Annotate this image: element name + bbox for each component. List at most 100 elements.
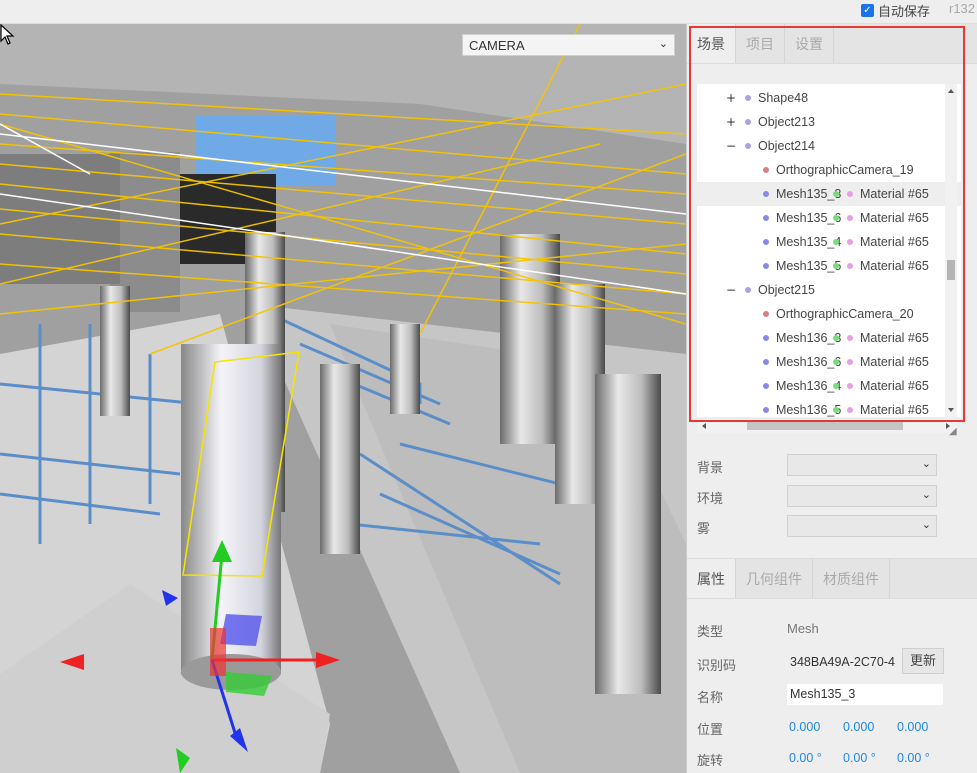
outliner-material: Material #65 — [847, 182, 929, 206]
outliner-vertical-scrollbar[interactable] — [945, 84, 957, 417]
outliner-row[interactable]: Mesh136_3 Material #65 — [697, 326, 961, 350]
background-select[interactable]: ⌄ — [787, 454, 937, 476]
outliner-row[interactable]: Mesh136_5 Material #65 — [697, 398, 961, 417]
viewport-3d[interactable]: CAMERA ⌄ — [0, 24, 686, 773]
position-label: 位置 — [697, 722, 724, 737]
object-type-dot-icon — [763, 191, 769, 198]
sidebar: 场景 项目 设置 + Shape48 + Object213 − Object214 Ort… — [686, 24, 977, 773]
outliner-object: Mesh136_4 — [763, 374, 841, 398]
outliner-object: Object214 — [745, 134, 815, 158]
outliner-object-name: Mesh136_5 — [776, 403, 842, 417]
autosave-toggle[interactable]: ✓ 自动保存 — [861, 0, 930, 20]
tab-scene[interactable]: 场景 — [687, 24, 736, 63]
menubar: ✓ 自动保存 r132 — [0, 0, 977, 24]
object-type-dot-icon — [763, 359, 769, 366]
position-x-input[interactable]: 0.000 — [789, 720, 820, 734]
material-dot-icon — [847, 239, 853, 246]
outliner-object: Object213 — [745, 110, 815, 134]
outliner-object-name: Mesh136_3 — [776, 331, 842, 345]
tab-object-properties[interactable]: 属性 — [687, 559, 736, 598]
outliner-object: OrthographicCamera_19 — [763, 158, 914, 182]
camera-select[interactable]: CAMERA ⌄ — [462, 34, 675, 56]
name-input[interactable]: Mesh135_3 — [787, 684, 943, 705]
rotation-x-input[interactable]: 0.00 ° — [789, 751, 822, 765]
scene-outliner[interactable]: + Shape48 + Object213 − Object214 Orthographic… — [697, 84, 961, 417]
outliner-object: Mesh136_5 — [763, 398, 841, 417]
outliner-row[interactable]: + Shape48 — [697, 86, 961, 110]
outliner-material-name: Material #65 — [860, 379, 929, 393]
outliner-material-name: Material #65 — [860, 235, 929, 249]
outliner-row[interactable]: Mesh135_4 Material #65 — [697, 230, 961, 254]
object-type-dot-icon — [763, 311, 769, 318]
fog-label: 雾 — [697, 521, 711, 536]
outliner-row[interactable]: OrthographicCamera_19 — [697, 158, 961, 182]
uuid-label: 识别码 — [697, 658, 737, 673]
sidebar-tabs: 场景 项目 设置 — [687, 24, 977, 64]
outliner-object-name: Object215 — [758, 283, 815, 297]
outliner-row[interactable]: − Object214 — [697, 134, 961, 158]
fog-select[interactable]: ⌄ — [787, 515, 937, 537]
rotation-label: 旋转 — [697, 753, 724, 768]
autosave-checkbox[interactable]: ✓ — [861, 3, 874, 17]
object-type-dot-icon — [745, 143, 751, 150]
material-dot-icon — [847, 407, 853, 414]
outliner-object-name: Mesh136_6 — [776, 355, 842, 369]
outliner-object-name: OrthographicCamera_19 — [776, 163, 914, 177]
outliner-object: Mesh136_3 — [763, 326, 841, 350]
outliner-row[interactable]: OrthographicCamera_20 — [697, 302, 961, 326]
outliner-row[interactable]: + Object213 — [697, 110, 961, 134]
collapse-icon[interactable]: − — [725, 134, 737, 158]
camera-select-value: CAMERA — [469, 38, 525, 53]
outliner-row[interactable]: Mesh135_3 Material #65 — [697, 182, 961, 206]
object-type-dot-icon — [763, 335, 769, 342]
geometry-dot-icon — [833, 191, 839, 197]
version-label: r132 — [949, 1, 976, 16]
background-label: 背景 — [697, 460, 724, 475]
outliner-row[interactable]: Mesh135_5 Material #65 — [697, 254, 961, 278]
expand-icon[interactable]: + — [725, 110, 737, 134]
rotation-z-input[interactable]: 0.00 ° — [897, 751, 930, 765]
outliner-material: Material #65 — [847, 206, 929, 230]
tab-material[interactable]: 材质组件 — [813, 559, 890, 598]
autosave-label: 自动保存 — [878, 3, 931, 19]
outliner-object-name: Shape48 — [758, 91, 809, 105]
outliner-material: Material #65 — [847, 254, 929, 278]
outliner-object: Shape48 — [745, 86, 808, 110]
outliner-material: Material #65 — [847, 374, 929, 398]
tab-project[interactable]: 项目 — [736, 24, 785, 63]
outliner-horizontal-scrollbar[interactable] — [697, 419, 957, 433]
properties-panel: 属性 几何组件 材质组件 类型 Mesh 识别码 348BA49A-2C70-4… — [687, 558, 977, 773]
collapse-icon[interactable]: − — [725, 278, 737, 302]
outliner-material-name: Material #65 — [860, 187, 929, 201]
update-uuid-button[interactable]: 更新 — [902, 648, 944, 674]
expand-icon[interactable]: + — [725, 86, 737, 110]
geometry-dot-icon — [833, 407, 839, 413]
outliner-row[interactable]: − Object215 — [697, 278, 961, 302]
object-type-dot-icon — [763, 167, 769, 174]
properties-tabs: 属性 几何组件 材质组件 — [687, 559, 977, 599]
mouse-cursor-icon — [0, 24, 15, 45]
outliner-object-name: OrthographicCamera_20 — [776, 307, 914, 321]
object-type-dot-icon — [745, 287, 751, 294]
outliner-row[interactable]: Mesh136_6 Material #65 — [697, 350, 961, 374]
resize-grip-icon[interactable]: ◢ — [949, 426, 957, 437]
position-y-input[interactable]: 0.000 — [843, 720, 874, 734]
name-label: 名称 — [697, 690, 724, 705]
outliner-row[interactable]: Mesh136_4 Material #65 — [697, 374, 961, 398]
tab-settings[interactable]: 设置 — [785, 24, 834, 63]
object-type-dot-icon — [763, 407, 769, 414]
outliner-object: OrthographicCamera_20 — [763, 302, 914, 326]
tab-geometry[interactable]: 几何组件 — [736, 559, 813, 598]
outliner-material-name: Material #65 — [860, 331, 929, 345]
outliner-object: Mesh135_6 — [763, 206, 841, 230]
material-dot-icon — [847, 215, 853, 222]
object-type-dot-icon — [763, 383, 769, 390]
background-row: 背景 ⌄ — [697, 454, 967, 478]
environment-select[interactable]: ⌄ — [787, 485, 937, 507]
outliner-row[interactable]: Mesh135_6 Material #65 — [697, 206, 961, 230]
outliner-material-name: Material #65 — [860, 259, 929, 273]
rotation-y-input[interactable]: 0.00 ° — [843, 751, 876, 765]
outliner-object-name: Mesh136_4 — [776, 379, 842, 393]
outliner-material-name: Material #65 — [860, 355, 929, 369]
position-z-input[interactable]: 0.000 — [897, 720, 928, 734]
